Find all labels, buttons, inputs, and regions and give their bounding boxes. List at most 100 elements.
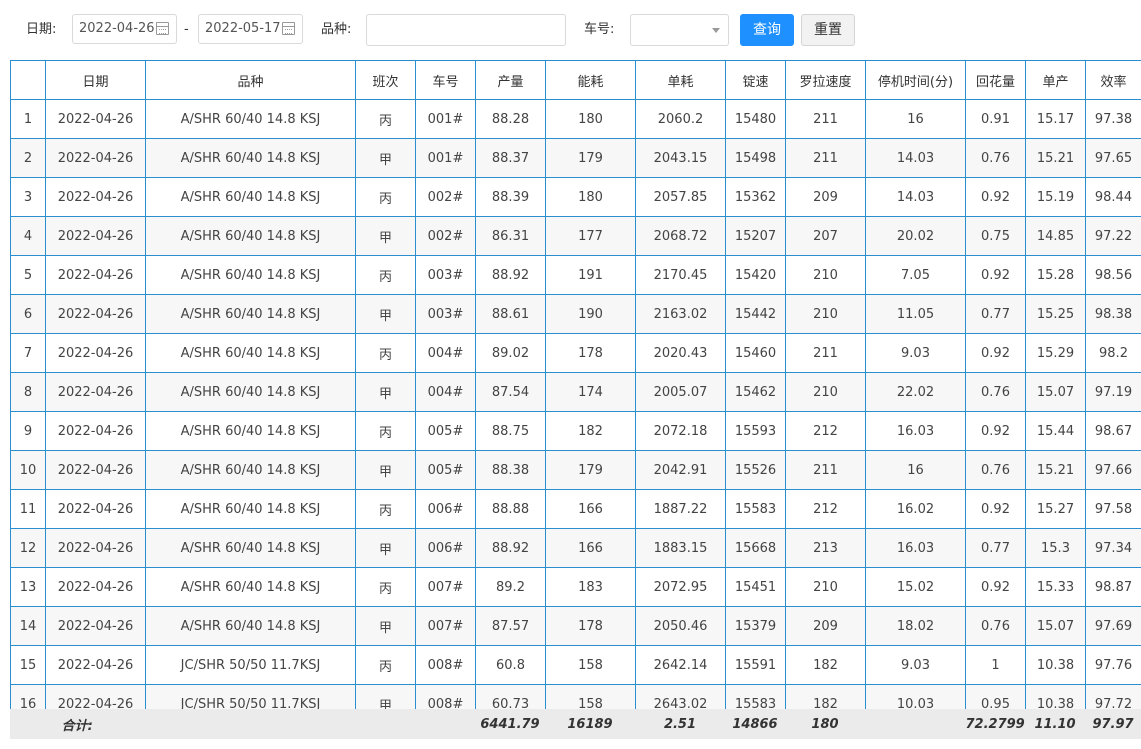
- table-row[interactable]: 15 2022-04-26 JC/SHR 50/50 11.7KSJ 丙 008# 60.…: [10, 645, 1141, 685]
- end-date-picker[interactable]: 2022-05-17: [198, 14, 303, 44]
- cell-efficiency: 97.76: [1085, 645, 1141, 685]
- column-header-downtime: 停机时间(分): [865, 60, 966, 100]
- cell-spindle-speed: 15593: [725, 411, 786, 451]
- cell-index: 2: [10, 138, 46, 178]
- cell-index: 1: [10, 99, 46, 139]
- cell-date: 2022-04-26: [45, 606, 146, 646]
- cell-downtime: 16.03: [865, 411, 966, 451]
- cell-waste: 1: [965, 645, 1026, 685]
- cell-spindle-speed: 15498: [725, 138, 786, 178]
- cell-output: 89.2: [475, 567, 546, 607]
- cell-waste: 0.75: [965, 216, 1026, 256]
- summary-total-output: 6441.79: [475, 709, 546, 739]
- cell-downtime: 15.02: [865, 567, 966, 607]
- cell-machine-no: 004#: [415, 372, 476, 412]
- cell-shift: 丙: [355, 411, 416, 451]
- cell-machine-no: 007#: [415, 606, 476, 646]
- column-header-spindle-speed: 锭速: [725, 60, 786, 100]
- table-row[interactable]: 6 2022-04-26 A/SHR 60/40 14.8 KSJ 甲 003# 88.6…: [10, 294, 1141, 334]
- cell-shift: 甲: [355, 138, 416, 178]
- cell-energy: 177: [545, 216, 636, 256]
- summary-avg-efficiency: 97.97: [1085, 709, 1141, 739]
- cell-energy: 174: [545, 372, 636, 412]
- cell-index: 14: [10, 606, 46, 646]
- cell-date: 2022-04-26: [45, 294, 146, 334]
- column-header-variety: 品种: [145, 60, 356, 100]
- cell-downtime: 9.03: [865, 645, 966, 685]
- cell-date: 2022-04-26: [45, 489, 146, 529]
- cell-roller-speed: 211: [785, 99, 866, 139]
- cell-shift: 甲: [355, 528, 416, 568]
- table-row[interactable]: 8 2022-04-26 A/SHR 60/40 14.8 KSJ 甲 004# 87.5…: [10, 372, 1141, 412]
- cell-output: 86.31: [475, 216, 546, 256]
- table-row[interactable]: 1 2022-04-26 A/SHR 60/40 14.8 KSJ 丙 001# 88.2…: [10, 99, 1141, 139]
- cell-variety: A/SHR 60/40 14.8 KSJ: [145, 372, 356, 412]
- cell-date: 2022-04-26: [45, 177, 146, 217]
- cell-shift: 丙: [355, 177, 416, 217]
- cell-energy: 158: [545, 645, 636, 685]
- cell-unit-consumption: 1887.22: [635, 489, 726, 529]
- table-row[interactable]: 5 2022-04-26 A/SHR 60/40 14.8 KSJ 丙 003# 88.9…: [10, 255, 1141, 295]
- cell-output: 88.39: [475, 177, 546, 217]
- cell-index: 15: [10, 645, 46, 685]
- table-row[interactable]: 9 2022-04-26 A/SHR 60/40 14.8 KSJ 丙 005# 88.7…: [10, 411, 1141, 451]
- cell-energy: 190: [545, 294, 636, 334]
- cell-shift: 甲: [355, 372, 416, 412]
- chevron-down-icon: [712, 28, 720, 33]
- column-header-shift: 班次: [355, 60, 416, 100]
- cell-shift: 甲: [355, 450, 416, 490]
- cell-waste: 0.77: [965, 528, 1026, 568]
- cell-efficiency: 97.34: [1085, 528, 1141, 568]
- table-row[interactable]: 4 2022-04-26 A/SHR 60/40 14.8 KSJ 甲 002# 86.3…: [10, 216, 1141, 256]
- table-row[interactable]: 3 2022-04-26 A/SHR 60/40 14.8 KSJ 丙 002# 88.3…: [10, 177, 1141, 217]
- cell-roller-speed: 182: [785, 645, 866, 685]
- cell-machine-no: 001#: [415, 99, 476, 139]
- cell-unit-consumption: 2072.95: [635, 567, 726, 607]
- cell-spindle-speed: 15583: [725, 489, 786, 529]
- cell-roller-speed: 207: [785, 216, 866, 256]
- cell-energy: 182: [545, 411, 636, 451]
- table-row[interactable]: 11 2022-04-26 A/SHR 60/40 14.8 KSJ 丙 006# 88.…: [10, 489, 1141, 529]
- cell-index: 11: [10, 489, 46, 529]
- cell-efficiency: 97.19: [1085, 372, 1141, 412]
- summary-avg-spindle-speed: 14866: [725, 709, 786, 739]
- cell-index: 8: [10, 372, 46, 412]
- reset-button[interactable]: 重置: [801, 14, 855, 46]
- start-date-picker[interactable]: 2022-04-26: [72, 14, 177, 44]
- summary-total-downtime: [865, 709, 966, 739]
- cell-energy: 166: [545, 528, 636, 568]
- cell-unit-output: 15.21: [1025, 138, 1086, 178]
- cell-downtime: 14.03: [865, 177, 966, 217]
- table-row[interactable]: 14 2022-04-26 A/SHR 60/40 14.8 KSJ 甲 007# 87.…: [10, 606, 1141, 646]
- table-row[interactable]: 10 2022-04-26 A/SHR 60/40 14.8 KSJ 甲 005# 88.…: [10, 450, 1141, 490]
- cell-machine-no: 008#: [415, 645, 476, 685]
- cell-energy: 179: [545, 138, 636, 178]
- cell-output: 87.57: [475, 606, 546, 646]
- query-button[interactable]: 查询: [740, 14, 794, 46]
- variety-input[interactable]: [366, 14, 566, 46]
- cell-machine-no: 006#: [415, 528, 476, 568]
- cell-machine-no: 003#: [415, 294, 476, 334]
- machine-select[interactable]: [630, 14, 729, 46]
- cell-efficiency: 97.66: [1085, 450, 1141, 490]
- cell-variety: A/SHR 60/40 14.8 KSJ: [145, 567, 356, 607]
- cell-roller-speed: 210: [785, 372, 866, 412]
- summary-avg-unit-consumption: 2.51: [635, 709, 726, 739]
- summary-machine-no: [415, 709, 476, 739]
- cell-variety: A/SHR 60/40 14.8 KSJ: [145, 606, 356, 646]
- cell-efficiency: 98.38: [1085, 294, 1141, 334]
- cell-waste: 0.92: [965, 567, 1026, 607]
- table-row[interactable]: 7 2022-04-26 A/SHR 60/40 14.8 KSJ 丙 004# 89.0…: [10, 333, 1141, 373]
- cell-spindle-speed: 15526: [725, 450, 786, 490]
- cell-spindle-speed: 15207: [725, 216, 786, 256]
- cell-date: 2022-04-26: [45, 255, 146, 295]
- table-row[interactable]: 2 2022-04-26 A/SHR 60/40 14.8 KSJ 甲 001# 88.3…: [10, 138, 1141, 178]
- cell-downtime: 18.02: [865, 606, 966, 646]
- table-row[interactable]: 13 2022-04-26 A/SHR 60/40 14.8 KSJ 丙 007# 89.…: [10, 567, 1141, 607]
- cell-output: 60.8: [475, 645, 546, 685]
- column-header-unit-output: 单产: [1025, 60, 1086, 100]
- cell-spindle-speed: 15460: [725, 333, 786, 373]
- table-row[interactable]: 12 2022-04-26 A/SHR 60/40 14.8 KSJ 甲 006# 88.…: [10, 528, 1141, 568]
- cell-downtime: 7.05: [865, 255, 966, 295]
- cell-roller-speed: 212: [785, 489, 866, 529]
